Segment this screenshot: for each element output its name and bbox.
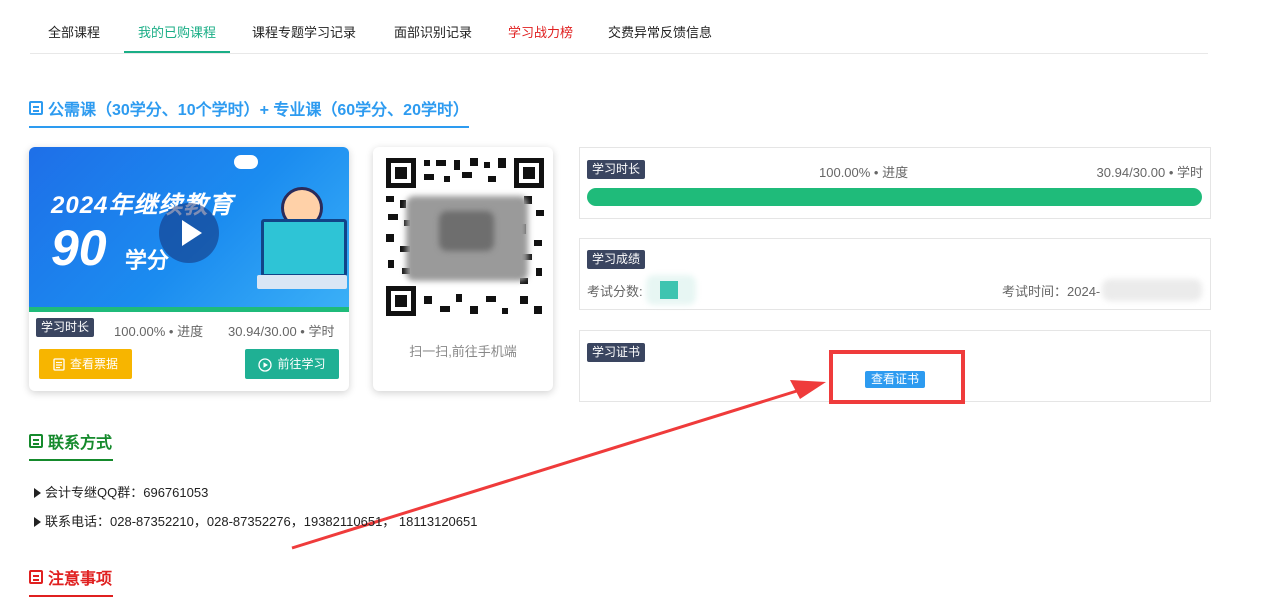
- contact-qq-value: 696761053: [143, 485, 209, 500]
- notice-section-title: 注意事项: [29, 565, 113, 597]
- triangle-bullet-icon: [34, 487, 41, 498]
- contact-section-title-text: 联系方式: [48, 435, 113, 452]
- contact-qq-row: 会计专继QQ群：696761053: [34, 482, 208, 501]
- triangle-bullet-icon: [34, 516, 41, 527]
- contact-phone-label: 联系电话：: [45, 514, 111, 529]
- notepad-icon: [29, 570, 43, 584]
- notepad-icon: [29, 434, 43, 448]
- contact-section-title: 联系方式: [29, 429, 113, 461]
- notice-section-title-text: 注意事项: [48, 571, 113, 588]
- contact-phone-row: 联系电话：028-87352210，028-87352276，193821106…: [34, 511, 477, 530]
- contact-phone-value: 028-87352210，028-87352276，19382110651， 1…: [110, 514, 478, 529]
- contact-qq-label: 会计专继QQ群：: [45, 485, 144, 500]
